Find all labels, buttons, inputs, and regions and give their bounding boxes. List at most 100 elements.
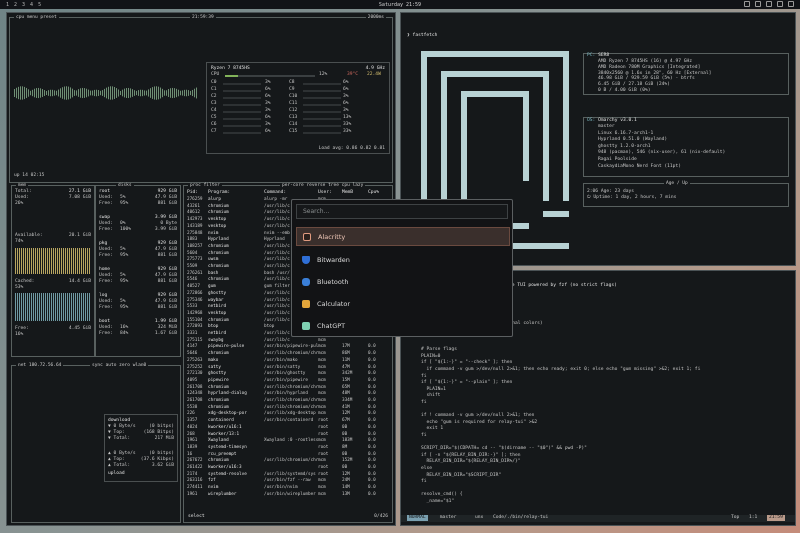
age-text: 2:06 Age: 23 days	[587, 189, 635, 194]
proc-cell: /usr/lib/chromium/chr	[264, 351, 319, 357]
core-label: C6	[211, 122, 217, 127]
proc-cell: 155104	[187, 317, 203, 323]
core-label: C2	[211, 94, 217, 99]
update-interval[interactable]: 2000ms	[365, 15, 386, 20]
cpu-frequency: 4.9 GHz	[365, 66, 385, 71]
launcher-item-label: Bitwarden	[317, 255, 350, 264]
proc-cell: 14M	[342, 485, 350, 491]
proc-cell: 0.0	[368, 351, 376, 357]
proc-cell: 15M	[342, 377, 350, 383]
proc-cell: 5509	[187, 264, 198, 269]
proc-cell: pipewire-pulse	[208, 344, 245, 350]
proc-cell: vesktop	[208, 217, 227, 223]
proc-cell: 226	[187, 411, 195, 417]
launcher-search-input[interactable]: Search...	[296, 204, 508, 219]
launcher-item-bitwarden[interactable]: Bitwarden	[296, 250, 510, 269]
cpu-graph-bar	[158, 86, 159, 100]
proc-cell: 276259	[187, 197, 203, 202]
download-label: download	[108, 418, 131, 423]
proc-cell: /usr/lib/c	[264, 210, 290, 216]
system-tray	[744, 1, 794, 7]
launcher-item-chatgpt[interactable]: ChatGPT	[296, 316, 510, 335]
launcher-item-calculator[interactable]: Calculator	[296, 294, 510, 313]
proc-column-header[interactable]: Pid:	[187, 190, 198, 196]
core-bar	[303, 118, 341, 120]
proc-cell: systemd-timesyn	[208, 444, 247, 450]
mem-free: 4.45 GiB	[68, 326, 91, 331]
proc-cell: chromium	[208, 264, 229, 269]
cpu-graph-bar	[140, 89, 141, 97]
proc-cell: 1961	[187, 438, 198, 444]
cpu-graph-bar	[64, 86, 65, 100]
proc-cell: /usr/lib/c	[264, 290, 290, 296]
net-pane-options[interactable]: sync auto zero wlan0	[90, 363, 149, 368]
core-bar	[223, 125, 261, 127]
mem-avail: 20.1 GiB	[68, 233, 91, 238]
core-bar	[303, 111, 341, 113]
cpu-graph-bar	[120, 90, 121, 96]
proc-pane-options[interactable]: per-core reverse tree cpu lazy	[280, 183, 366, 188]
core-pct: 6%	[343, 101, 349, 106]
proc-cell: vesktop	[208, 310, 227, 316]
git-branch: master	[439, 515, 457, 520]
age-info-box: Age / Up 2:06 Age: 23 days ⏻ Uptime: 1 d…	[583, 181, 789, 207]
cpu-graph-bar	[44, 90, 45, 96]
launcher-item-label: Bluetooth	[317, 277, 349, 286]
proc-cell: chromium	[208, 458, 229, 464]
cpu-graph-bar	[148, 89, 149, 97]
launcher-item-alacritty[interactable]: Alacritty	[296, 227, 510, 246]
cpu-graph-bar	[76, 90, 77, 96]
pc-info-line: AMD Ryzen 7 8745HS (16) @ 4.97 GHz	[598, 59, 693, 64]
proc-cell: netbird	[208, 304, 227, 310]
proc-column-header[interactable]: Program:	[208, 190, 230, 196]
disk-used-pct: 0%	[120, 221, 126, 226]
download-total-label: ▼ Total:	[108, 436, 131, 441]
cpu-clock: 21:59:39	[190, 15, 216, 20]
proc-select[interactable]: select	[188, 514, 205, 520]
code-line: fi	[421, 373, 427, 379]
disk-used-pct: 5%	[120, 299, 126, 304]
disk-name: home	[99, 267, 111, 272]
proc-cell: 0.0	[368, 491, 376, 497]
disk-name: boot	[99, 319, 111, 324]
battery-icon[interactable]	[777, 1, 783, 7]
cpu-graph-bar	[188, 90, 189, 96]
power-icon[interactable]	[788, 1, 794, 7]
wifi-icon[interactable]	[744, 1, 750, 7]
proc-column-header[interactable]: Cpu%	[368, 190, 379, 196]
cpu-graph-bar	[112, 86, 113, 100]
proc-column-header[interactable]: MemB	[342, 190, 353, 196]
cpu-graph-bar	[150, 88, 151, 98]
cpu-graph-bar	[172, 87, 173, 99]
pc-info-line: AMD Radeon 780M Graphics [Integrated]	[598, 64, 701, 70]
cpu-graph-bar	[40, 88, 41, 98]
proc-cell: mcm	[318, 371, 326, 377]
cpu-graph-bar	[88, 89, 89, 97]
proc-cell: fzf	[208, 478, 216, 484]
os-info-line: Hyprland 0.51.0 (Wayland)	[598, 137, 668, 143]
disk-size: 3.99 GiB	[154, 215, 177, 220]
proc-cell: nvim --emb	[264, 230, 290, 236]
bluetooth-icon[interactable]	[755, 1, 761, 7]
proc-cell: /usr/lib/c	[264, 310, 290, 316]
proc-column-header[interactable]: User:	[318, 190, 332, 196]
core-pct: 6%	[265, 94, 271, 99]
core-bar	[223, 90, 261, 92]
mem-pane-title: mem	[16, 183, 29, 188]
volume-icon[interactable]	[766, 1, 772, 7]
proc-cell: chromium	[208, 243, 229, 249]
uptime-text: ⏻ Uptime: 1 day, 2 hours, 7 mins	[587, 195, 677, 200]
cpu-graph-bar	[164, 90, 165, 96]
cpu-graph-bar	[90, 90, 91, 96]
launcher-item-bluetooth[interactable]: Bluetooth	[296, 272, 510, 291]
cpu-graph-bar	[66, 86, 67, 100]
cpu-graph-bar	[144, 90, 145, 96]
disk-used-label: Used:	[99, 247, 113, 252]
proc-cell: pipewire	[208, 377, 229, 383]
cpu-pane-title: cpu menu preset	[14, 15, 59, 20]
disk-free: 3.99 GiB	[154, 227, 177, 232]
proc-column-header[interactable]: Command:	[264, 190, 286, 196]
core-pct: 13%	[343, 115, 352, 120]
launcher-item-label: Calculator	[317, 299, 351, 308]
top-bar-clock[interactable]: Saturday 21:59	[0, 2, 800, 8]
